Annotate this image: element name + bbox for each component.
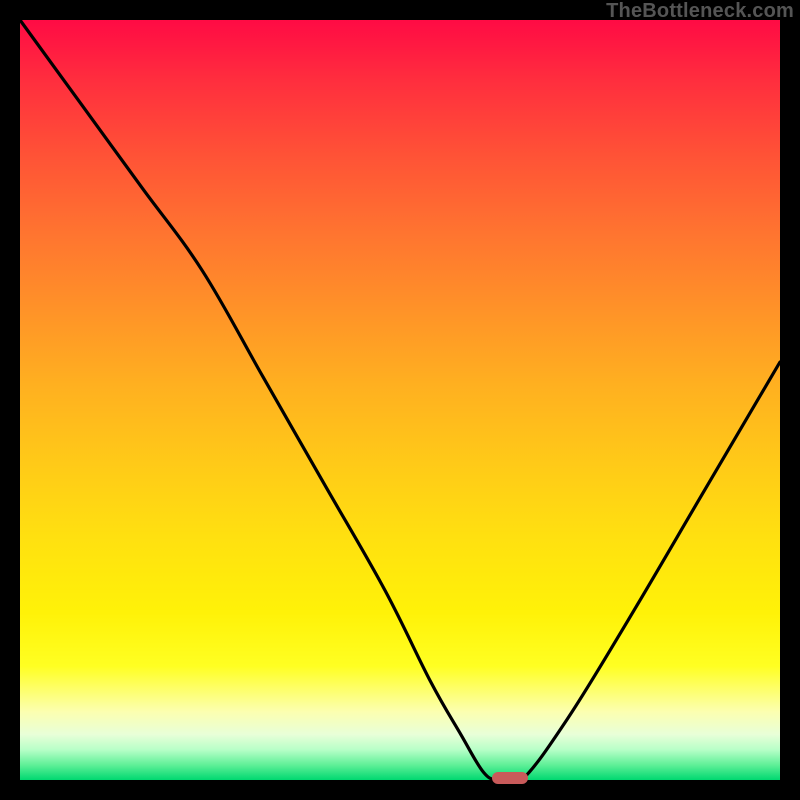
optimum-marker <box>492 772 528 785</box>
chart-frame: TheBottleneck.com <box>0 0 800 800</box>
bottleneck-curve <box>20 20 780 780</box>
plot-area <box>20 20 780 780</box>
watermark-text: TheBottleneck.com <box>606 0 794 23</box>
